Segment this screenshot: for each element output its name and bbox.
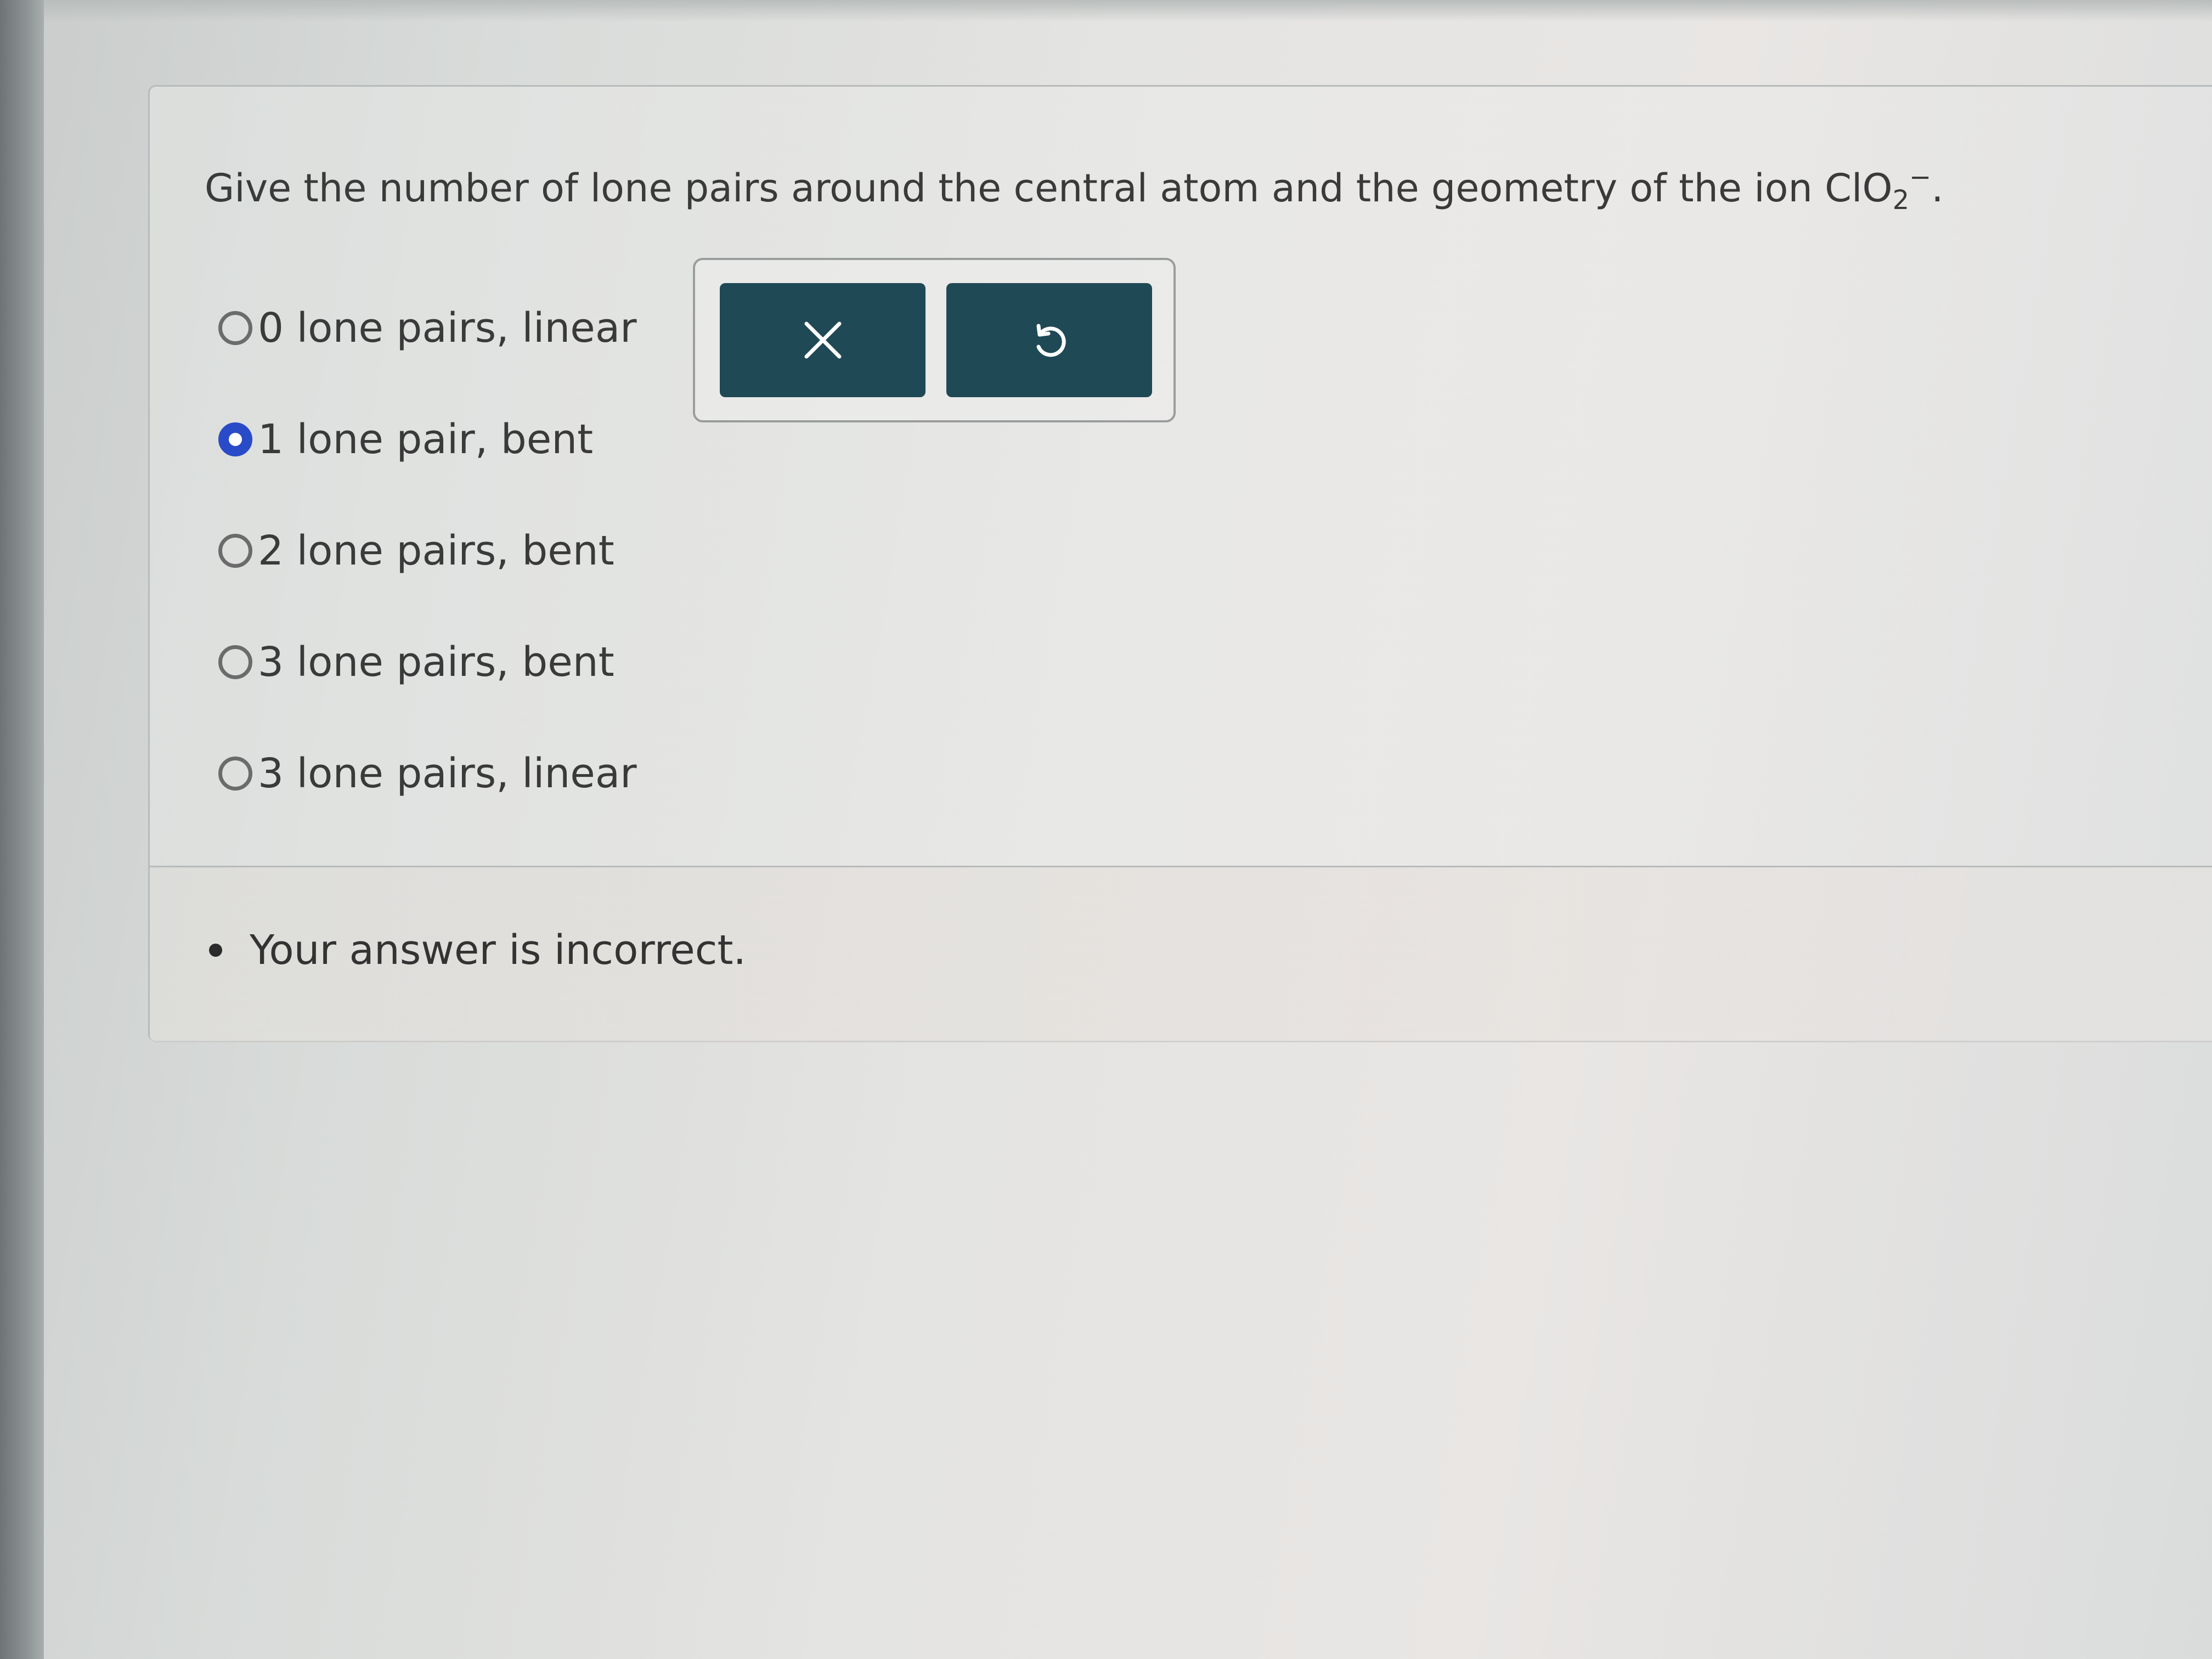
feedback-message: Your answer is incorrect. <box>250 927 747 974</box>
undo-icon <box>1036 324 1066 357</box>
undo-button[interactable] <box>946 283 1152 397</box>
bullet-icon <box>209 944 222 957</box>
option-3[interactable]: 3 lone pairs, bent <box>218 629 637 695</box>
question-prefix: Give the number of lone pairs around the… <box>205 166 1825 211</box>
option-0[interactable]: 0 lone pairs, linear <box>218 295 637 361</box>
close-icon <box>804 321 841 359</box>
formula-subscript: 2 <box>1892 185 1910 216</box>
option-label: 3 lone pairs, linear <box>258 750 637 797</box>
option-label: 2 lone pairs, bent <box>258 527 614 574</box>
radio-button[interactable] <box>218 311 252 345</box>
option-label: 0 lone pairs, linear <box>258 304 637 352</box>
option-1[interactable]: 1 lone pair, bent <box>218 407 637 472</box>
question-suffix: . <box>1931 166 1944 211</box>
radio-button[interactable] <box>218 757 252 791</box>
radio-button-selected[interactable] <box>218 422 252 456</box>
screen-bezel <box>0 0 44 1659</box>
formula-superscript: − <box>1909 162 1932 193</box>
feedback-item: Your answer is incorrect. <box>209 927 746 974</box>
radio-button[interactable] <box>218 645 252 679</box>
feedback-area: Your answer is incorrect. <box>150 866 2212 1042</box>
clear-button[interactable] <box>720 283 926 397</box>
option-2[interactable]: 2 lone pairs, bent <box>218 518 637 584</box>
question-card: Give the number of lone pairs around the… <box>148 85 2212 1042</box>
answer-options: 0 lone pairs, linear 1 lone pair, bent 2… <box>218 295 637 852</box>
answer-tools-panel <box>693 258 1176 422</box>
formula-main: ClO <box>1825 166 1893 211</box>
option-4[interactable]: 3 lone pairs, linear <box>218 741 637 806</box>
option-label: 3 lone pairs, bent <box>258 639 614 686</box>
option-label: 1 lone pair, bent <box>258 416 594 463</box>
top-shade <box>44 0 2212 22</box>
radio-button[interactable] <box>218 534 252 568</box>
question-text: Give the number of lone pairs around the… <box>205 147 1944 230</box>
